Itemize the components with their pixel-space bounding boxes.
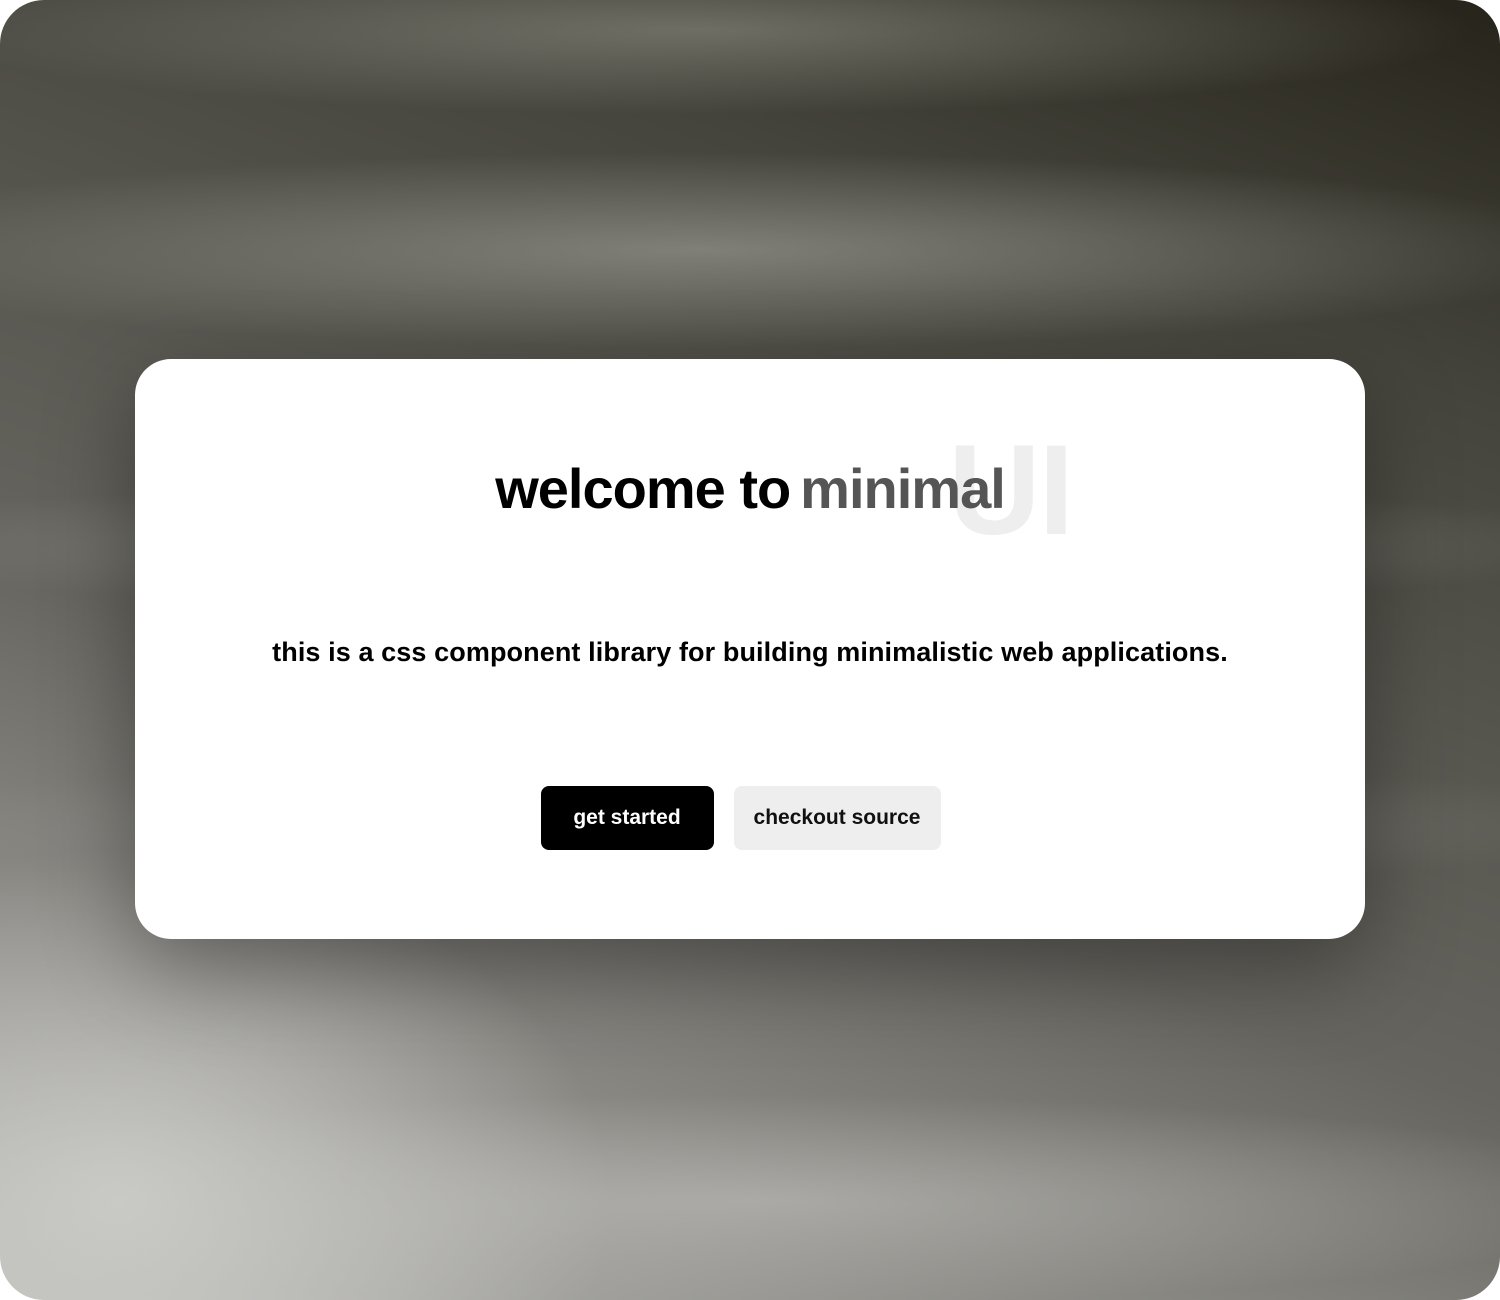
title-prefix: welcome to bbox=[495, 457, 791, 520]
page-title: welcome to minimal UI bbox=[135, 427, 1365, 555]
brand-name: minimal UI bbox=[800, 427, 1074, 555]
hero-card: welcome to minimal UI this is a css compon… bbox=[135, 359, 1365, 939]
app-window: welcome to minimal UI this is a css compon… bbox=[0, 0, 1500, 1300]
brand-word: minimal bbox=[800, 457, 1006, 520]
hero-actions: get started checkout source bbox=[135, 786, 1365, 850]
checkout-source-button[interactable]: checkout source bbox=[733, 786, 941, 850]
page-subtitle: this is a css component library for buil… bbox=[272, 637, 1228, 667]
get-started-button[interactable]: get started bbox=[540, 786, 714, 850]
